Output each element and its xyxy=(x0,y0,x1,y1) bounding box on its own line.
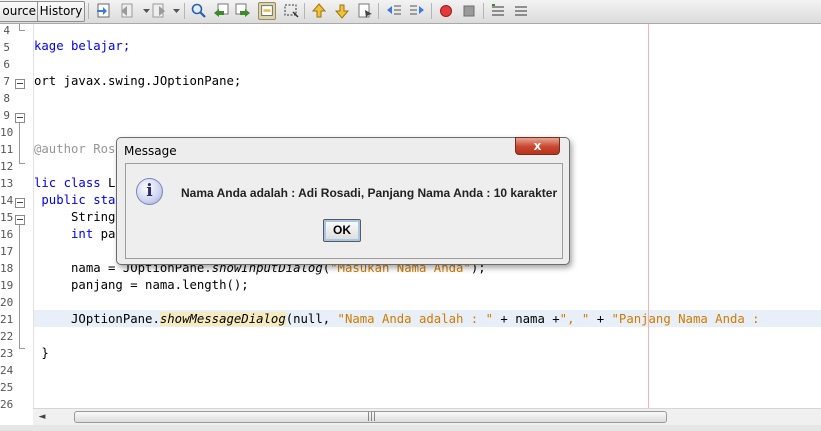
code-line-13: lic class L xyxy=(34,176,116,190)
fold-guide xyxy=(19,123,20,161)
line-number: 6 xyxy=(3,58,10,71)
line-number: 20 xyxy=(0,296,14,309)
code-line-21: JOptionPane.showMessageDialog(null, "Nam… xyxy=(34,312,767,326)
horizontal-scrollbar[interactable]: ◄ ||| xyxy=(33,408,821,426)
code-line-14: public stat xyxy=(34,193,123,207)
line-number: 4 xyxy=(3,24,10,37)
last-edit-icon[interactable] xyxy=(95,2,113,20)
fold-end-marker xyxy=(19,342,25,349)
line-number: 11 xyxy=(0,143,14,156)
line-number: 7 xyxy=(3,75,10,88)
line-number: 19 xyxy=(0,279,14,292)
line-number: 15 xyxy=(0,211,14,224)
back-icon[interactable] xyxy=(118,2,136,20)
source-tab[interactable]: ource xyxy=(0,1,40,22)
history-tab[interactable]: History xyxy=(37,1,85,22)
dialog-message: Nama Anda adalah : Adi Rosadi, Panjang N… xyxy=(181,186,558,200)
scroll-thumb[interactable]: ||| xyxy=(74,411,667,423)
information-icon: i xyxy=(136,178,163,205)
toggle-bookmark-icon[interactable] xyxy=(356,2,374,20)
code-line-5: kage belajar; xyxy=(34,39,131,53)
code-line-7: ort javax.swing.JOptionPane; xyxy=(34,74,242,88)
toggle-highlight-search-icon[interactable] xyxy=(258,2,276,20)
fold-end-marker xyxy=(19,157,25,164)
fold-toggle[interactable] xyxy=(15,79,25,89)
toolbar-separator xyxy=(431,3,432,19)
right-margin-guide xyxy=(648,24,649,408)
toolbar-separator xyxy=(184,3,185,19)
line-number-gutter: 4 5 6 7 8 9 10 11 12 13 14 15 16 17 18 1… xyxy=(0,24,34,411)
code-line-16: int pa xyxy=(34,227,116,241)
toolbar-separator xyxy=(304,3,305,19)
find-icon[interactable] xyxy=(190,2,208,20)
line-number: 16 xyxy=(0,228,14,241)
comment-icon[interactable] xyxy=(489,2,507,20)
code-line-15: String xyxy=(34,210,116,224)
line-number: 14 xyxy=(0,194,14,207)
line-number: 24 xyxy=(0,364,14,377)
fold-guide xyxy=(19,225,20,347)
find-next-icon[interactable] xyxy=(234,2,252,20)
uncomment-icon[interactable] xyxy=(512,2,530,20)
line-number: 8 xyxy=(3,92,10,105)
next-bookmark-icon[interactable] xyxy=(333,2,351,20)
fold-toggle[interactable] xyxy=(15,113,25,123)
status-strip xyxy=(0,425,821,431)
line-number: 25 xyxy=(0,381,14,394)
code-line-23: } xyxy=(34,346,49,360)
line-number: 18 xyxy=(0,262,14,275)
toolbar-separator xyxy=(483,3,484,19)
ok-button[interactable]: OK xyxy=(323,219,361,242)
line-number: 26 xyxy=(0,398,14,411)
fold-toggle[interactable] xyxy=(15,215,25,225)
line-number: 5 xyxy=(3,41,10,54)
stop-macro-recording-icon[interactable] xyxy=(460,2,478,20)
shift-line-right-icon[interactable] xyxy=(408,2,426,20)
scroll-left-icon[interactable]: ◄ xyxy=(33,409,51,426)
start-macro-recording-icon[interactable] xyxy=(437,2,455,20)
line-number: 13 xyxy=(0,177,14,190)
toolbar-separator xyxy=(378,3,379,19)
previous-bookmark-icon[interactable] xyxy=(310,2,328,20)
find-previous-icon[interactable] xyxy=(212,2,230,20)
fold-toggle[interactable] xyxy=(15,198,25,208)
line-number: 23 xyxy=(0,347,14,360)
line-number: 12 xyxy=(0,160,14,173)
forward-icon[interactable] xyxy=(150,2,168,20)
scroll-grip-icon: ||| xyxy=(367,412,377,422)
line-number: 17 xyxy=(0,245,14,258)
dialog-title: Message xyxy=(124,144,177,158)
line-number: 9 xyxy=(3,109,10,122)
line-number: 10 xyxy=(0,126,14,139)
close-icon: x xyxy=(533,139,542,153)
code-line-19: panjang = nama.length(); xyxy=(34,278,249,292)
line-number: 22 xyxy=(0,330,14,343)
line-number: 21 xyxy=(0,313,14,326)
shift-line-left-icon[interactable] xyxy=(385,2,403,20)
message-dialog: Message x i Nama Anda adalah : Adi Rosad… xyxy=(116,137,570,265)
fold-end-marker xyxy=(19,24,25,31)
toggle-rectangular-selection-icon[interactable] xyxy=(282,2,300,20)
dialog-body: i Nama Anda adalah : Adi Rosadi, Panjang… xyxy=(125,163,563,259)
code-line-11: @author Ros xyxy=(34,142,116,156)
close-button[interactable]: x xyxy=(515,137,560,155)
editor-toolbar: ource History xyxy=(0,0,821,24)
toolbar-separator xyxy=(88,3,89,19)
